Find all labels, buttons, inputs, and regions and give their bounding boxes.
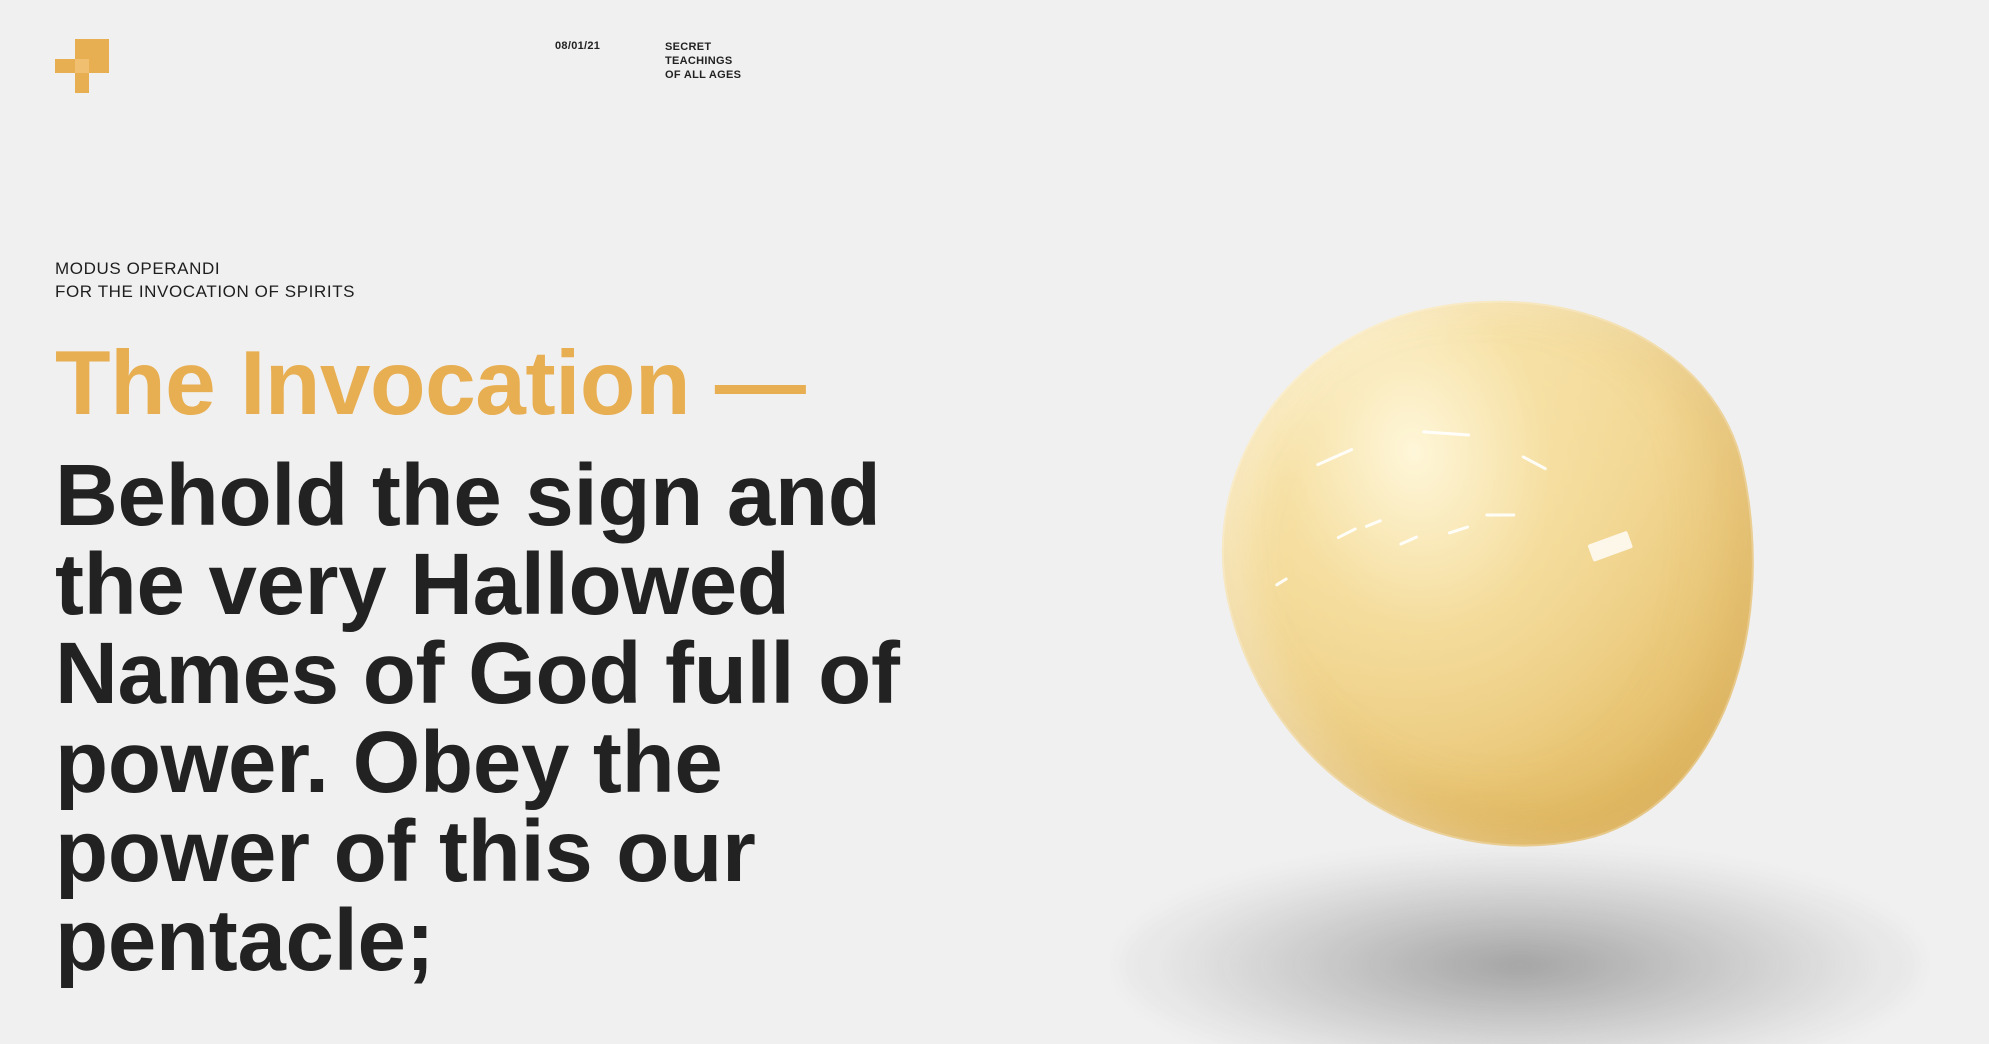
page: 08/01/21 SECRET TEACHINGS OF ALL AGES MO…: [0, 0, 1989, 1044]
hero-subtitle-line: FOR THE INVOCATION OF SPIRITS: [55, 282, 356, 301]
stacked-squares-logo-icon[interactable]: [55, 39, 109, 93]
header-tagline-line: SECRET: [665, 41, 712, 53]
header-tagline-line: OF ALL AGES: [665, 69, 742, 81]
header-tagline: SECRET TEACHINGS OF ALL AGES: [665, 40, 741, 82]
blob-highlight: [1274, 576, 1289, 587]
hero-heading-main: Behold the sign and the very Hallowed Na…: [55, 447, 900, 989]
blob-highlight: [1336, 526, 1358, 540]
blob-highlight: [1364, 518, 1383, 529]
blob-highlight: [1485, 513, 1516, 517]
blob-highlight: [1315, 447, 1354, 467]
blob-highlight: [1521, 454, 1548, 471]
hero-subtitle-line: MODUS OPERANDI: [55, 259, 221, 278]
header-date: 08/01/21: [555, 40, 601, 52]
header-tagline-line: TEACHINGS: [665, 55, 733, 67]
blob-highlight: [1447, 525, 1470, 535]
blob-shadow: [1120, 850, 1920, 1044]
glossy-yellow-blob: [1176, 250, 1813, 903]
blob-highlight: [1422, 430, 1471, 437]
blob-window-reflection: [1587, 530, 1634, 562]
hero-heading-accent: The Invocation —: [55, 333, 806, 434]
blob-highlight: [1398, 535, 1419, 547]
hero-subtitle: MODUS OPERANDI FOR THE INVOCATION OF SPI…: [55, 257, 355, 303]
